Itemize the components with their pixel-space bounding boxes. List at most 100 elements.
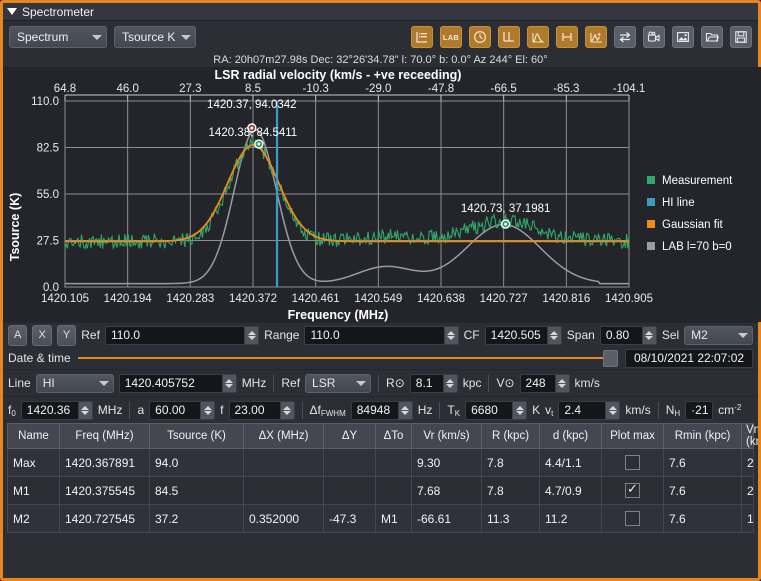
line-combo-label: HI bbox=[42, 376, 55, 390]
cell-vr: 9.30 bbox=[411, 448, 482, 477]
col-name: Name bbox=[7, 423, 60, 449]
svg-text:1420.549: 1420.549 bbox=[354, 293, 402, 305]
spectrum-plot[interactable]: LSR radial velocity (km/s - +ve receedin… bbox=[3, 67, 761, 322]
ref-stepper[interactable] bbox=[244, 326, 259, 344]
markers-table: Name Freq (MHz) Tsource (K) ΔX (MHz) ΔY … bbox=[7, 423, 758, 533]
cell-dy: -47.3 bbox=[323, 504, 376, 533]
rest-frequency-stepper[interactable] bbox=[221, 374, 236, 392]
span-input[interactable]: 0.80 bbox=[599, 325, 657, 345]
tk-input[interactable]: 6680 bbox=[465, 400, 528, 420]
table-row[interactable]: M11420.37554584.5 7.687.84.7/0.9 7.6240.7 bbox=[7, 476, 754, 505]
ref-value: 110.0 bbox=[110, 328, 141, 342]
line-row: Line HI 1420.405752 MHz Ref LSR R⊙ 8.1 k… bbox=[3, 369, 758, 396]
rsun-stepper[interactable] bbox=[442, 374, 457, 392]
mode-combo[interactable]: Spectrum bbox=[9, 26, 107, 48]
table-body: Max1420.36789194.09.307.84.4/1.17.6242.3… bbox=[7, 448, 754, 533]
amplitude-stepper[interactable] bbox=[200, 401, 215, 419]
rsun-label: R⊙ bbox=[386, 376, 405, 390]
nh-input[interactable]: ·21 bbox=[685, 400, 714, 420]
span-stepper[interactable] bbox=[641, 326, 656, 344]
chevron-down-icon bbox=[98, 380, 109, 386]
image-icon[interactable] bbox=[672, 26, 694, 48]
fwhm-input[interactable]: 84948 bbox=[350, 400, 413, 420]
fwhm-stepper[interactable] bbox=[397, 401, 412, 419]
clock-icon[interactable] bbox=[469, 26, 491, 48]
cell-d: 4.7/0.9 bbox=[539, 476, 602, 505]
amplitude-input[interactable]: 60.00 bbox=[149, 400, 216, 420]
fwhm-unit: Hz bbox=[417, 403, 433, 417]
tk-label: TK bbox=[447, 402, 461, 418]
line-combo[interactable]: HI bbox=[35, 373, 114, 393]
mode-combo-label: Spectrum bbox=[17, 30, 69, 44]
vsun-label: V⊙ bbox=[496, 376, 515, 390]
cell-dto bbox=[375, 448, 412, 477]
checkbox-icon[interactable] bbox=[625, 481, 640, 499]
vt-input[interactable]: 2.4 bbox=[558, 400, 621, 420]
y-axis-title: Tsource (K) bbox=[8, 193, 22, 262]
list-view-icon[interactable] bbox=[411, 26, 433, 48]
datetime-slider[interactable] bbox=[77, 349, 618, 368]
save-disk-icon[interactable] bbox=[730, 26, 752, 48]
plot-max-checkbox[interactable] bbox=[601, 448, 664, 477]
plot-max-checkbox[interactable] bbox=[601, 476, 664, 505]
svg-text:-10.3: -10.3 bbox=[303, 83, 329, 95]
span-label: Span bbox=[566, 328, 595, 342]
f-input[interactable]: 23.00 bbox=[228, 400, 295, 420]
cell-rmin: 7.6 bbox=[663, 448, 742, 477]
unit-combo[interactable]: Tsource K bbox=[114, 26, 196, 48]
top-axis-title: LSR radial velocity (km/s - +ve receedin… bbox=[215, 68, 462, 82]
rsun-input[interactable]: 8.1 bbox=[409, 373, 458, 393]
divider bbox=[488, 374, 490, 392]
velocity-ref-combo[interactable]: LSR bbox=[305, 373, 372, 393]
gaussian-fit-icon[interactable] bbox=[527, 26, 549, 48]
peak-marker-icon[interactable] bbox=[585, 26, 607, 48]
video-camera-icon[interactable] bbox=[643, 26, 665, 48]
f0-input[interactable]: 1420.36 bbox=[20, 400, 93, 420]
fwhm-measure-icon[interactable] bbox=[556, 26, 578, 48]
plot-gridlines bbox=[64, 100, 630, 288]
autoscale-button[interactable]: A bbox=[8, 324, 28, 346]
window-titlebar: Spectrometer bbox=[3, 3, 758, 21]
slider-track bbox=[77, 357, 618, 359]
slider-knob[interactable] bbox=[603, 349, 618, 367]
x-axis-title: Frequency (MHz) bbox=[288, 308, 389, 322]
checkbox-icon[interactable] bbox=[625, 511, 640, 527]
divider bbox=[439, 401, 441, 419]
ref-input[interactable]: 110.0 bbox=[104, 325, 260, 345]
rest-frequency-input[interactable]: 1420.405752 bbox=[118, 373, 237, 393]
toolbar: Spectrum Tsource K LAB bbox=[3, 21, 758, 53]
f-value: 23.00 bbox=[234, 403, 265, 417]
table-row[interactable]: Max1420.36789194.0 9.307.84.4/1.1 7.6242.3 bbox=[7, 448, 754, 477]
divider bbox=[657, 401, 659, 419]
cf-stepper[interactable] bbox=[546, 326, 561, 344]
cell-dy bbox=[323, 476, 376, 505]
svg-text:1420.816: 1420.816 bbox=[542, 293, 590, 305]
f0-label: f0 bbox=[8, 402, 16, 418]
lab-icon[interactable]: LAB bbox=[440, 26, 462, 48]
open-folder-icon[interactable] bbox=[701, 26, 723, 48]
vsun-input[interactable]: 248 bbox=[519, 373, 570, 393]
x-axis-button[interactable]: X bbox=[32, 324, 52, 346]
range-input[interactable]: 110.0 bbox=[304, 325, 459, 345]
col-freq: Freq (MHz) bbox=[59, 423, 150, 449]
svg-text:82.5: 82.5 bbox=[37, 143, 59, 155]
line-label: Line bbox=[8, 376, 31, 390]
cf-input[interactable]: 1420.505 bbox=[484, 325, 562, 345]
tk-stepper[interactable] bbox=[512, 401, 527, 419]
baseline-icon[interactable] bbox=[498, 26, 520, 48]
svg-text:1420.638: 1420.638 bbox=[417, 293, 465, 305]
plot-svg[interactable]: LSR radial velocity (km/s - +ve receedin… bbox=[3, 67, 761, 322]
checkbox-icon[interactable] bbox=[625, 455, 640, 471]
triangle-down-icon[interactable] bbox=[7, 8, 17, 15]
f-stepper[interactable] bbox=[279, 401, 294, 419]
range-stepper[interactable] bbox=[443, 326, 458, 344]
sel-combo[interactable]: M2 bbox=[684, 325, 753, 345]
plot-max-checkbox[interactable] bbox=[601, 504, 664, 533]
swap-arrows-icon[interactable] bbox=[614, 26, 636, 48]
vsun-stepper[interactable] bbox=[554, 374, 569, 392]
cell-r: 11.3 bbox=[481, 504, 540, 533]
f0-stepper[interactable] bbox=[77, 401, 92, 419]
y-axis-button[interactable]: Y bbox=[56, 324, 77, 346]
table-row[interactable]: M2 1420.727545 37.2 0.352000 -47.3 M1 -66.61 11… bbox=[7, 504, 754, 533]
vt-stepper[interactable] bbox=[605, 401, 620, 419]
